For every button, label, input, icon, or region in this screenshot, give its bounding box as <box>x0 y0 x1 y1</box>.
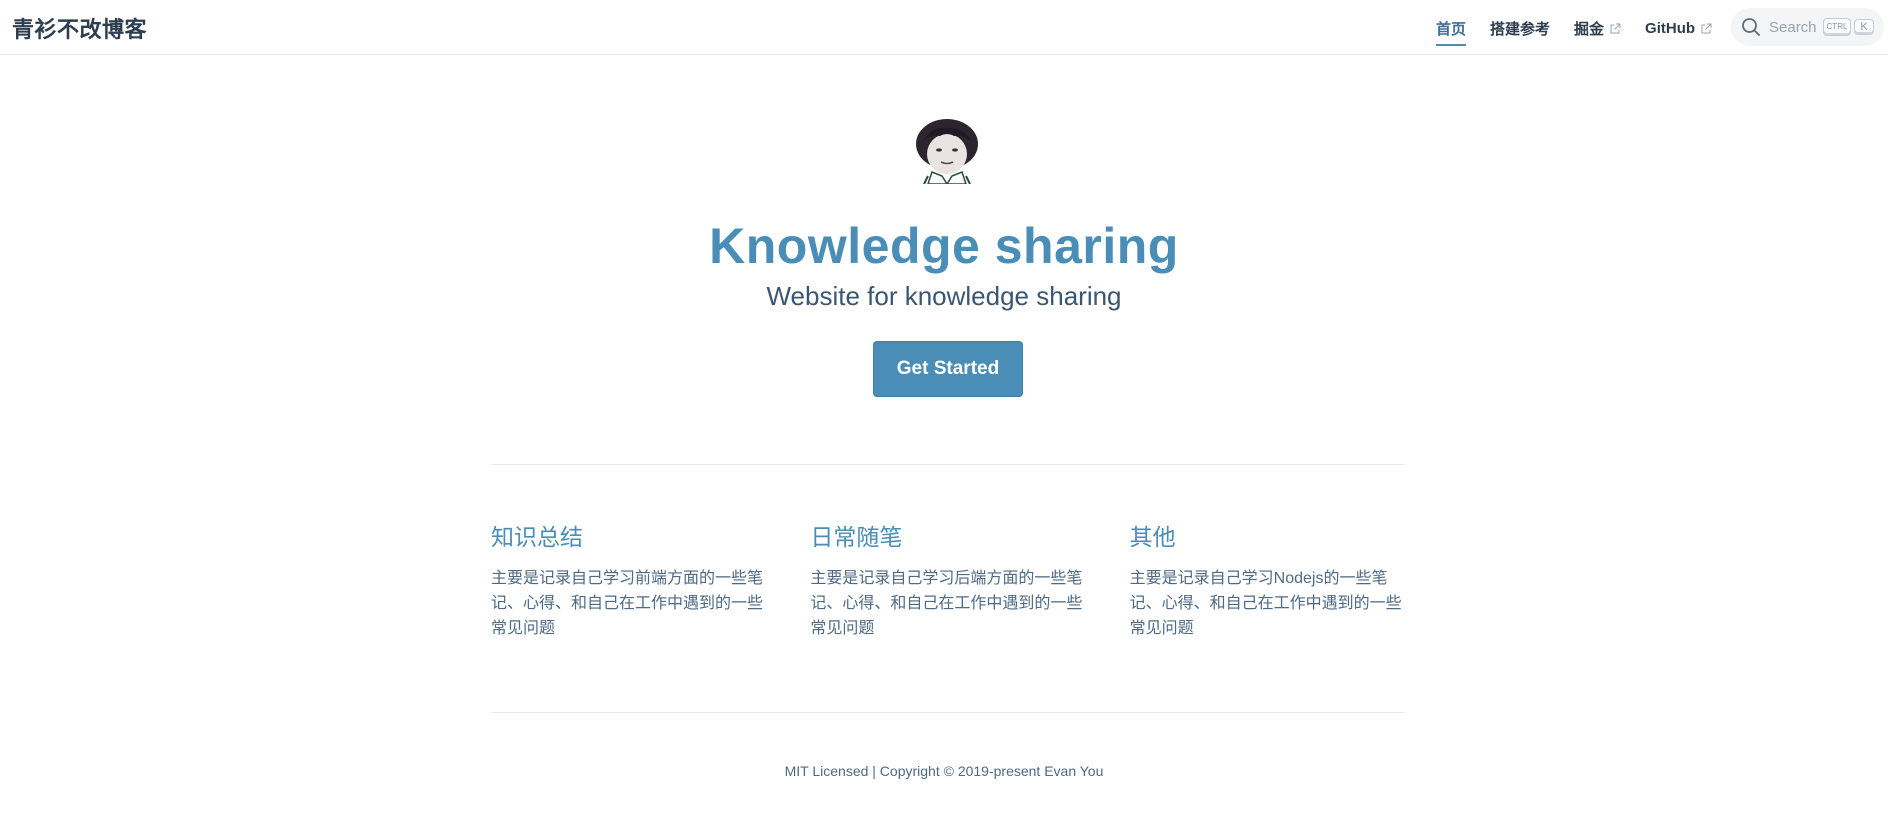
shortcut-k-key: K <box>1854 19 1874 35</box>
features-section: 知识总结 主要是记录自己学习前端方面的一些笔记、心得、和自己在工作中遇到的一些常… <box>491 518 1405 641</box>
nav-link-build-reference[interactable]: 搭建参考 <box>1490 18 1550 39</box>
feature-title: 知识总结 <box>491 524 583 550</box>
site-title-link[interactable]: 青衫不改博客 <box>12 12 147 44</box>
footer: MIT Licensed | Copyright © 2019-present … <box>0 763 1888 779</box>
search-icon <box>1742 18 1760 36</box>
feature-card: 其他 主要是记录自己学习Nodejs的一些笔记、心得、和自己在工作中遇到的一些常… <box>1130 518 1405 641</box>
nav-link-juejin-label: 掘金 <box>1574 21 1605 38</box>
feature-title: 其他 <box>1129 524 1176 550</box>
section-divider <box>491 464 1405 465</box>
nav-link-build-reference-label: 搭建参考 <box>1490 21 1551 38</box>
nav-links: 首页 搭建参考 掘金 GitHub <box>1436 18 1736 46</box>
avatar-illustration <box>916 119 978 185</box>
search-placeholder: Search <box>1769 18 1817 36</box>
search-box[interactable]: Search CTRL K <box>1731 8 1884 46</box>
external-link-icon <box>1701 23 1712 33</box>
nav-link-juejin[interactable]: 掘金 <box>1574 18 1621 39</box>
feature-details: 主要是记录自己学习前端方面的一些笔记、心得、和自己在工作中遇到的一些常见问题 <box>491 570 764 637</box>
nav-link-github-label: GitHub <box>1645 20 1696 37</box>
footer-divider <box>491 712 1405 713</box>
feature-card: 日常随笔 主要是记录自己学习后端方面的一些笔记、心得、和自己在工作中遇到的一些常… <box>810 518 1085 641</box>
feature-details: 主要是记录自己学习Nodejs的一些笔记、心得、和自己在工作中遇到的一些常见问题 <box>1129 570 1402 637</box>
hero-title: Knowledge sharing <box>709 218 1179 274</box>
nav-link-home-label: 首页 <box>1436 21 1467 38</box>
feature-card: 知识总结 主要是记录自己学习前端方面的一些笔记、心得、和自己在工作中遇到的一些常… <box>491 518 766 641</box>
feature-title: 日常随笔 <box>810 524 903 550</box>
footer-copyright: MIT Licensed | Copyright © 2019-present … <box>784 763 1104 779</box>
navbar: 青衫不改博客 首页 搭建参考 掘金 GitHub Search CTRL K <box>0 0 1888 55</box>
nav-link-home[interactable]: 首页 <box>1436 18 1467 46</box>
shortcut-ctrl-key: CTRL <box>1822 18 1852 36</box>
get-started-button[interactable]: Get Started <box>873 341 1023 397</box>
feature-details: 主要是记录自己学习后端方面的一些笔记、心得、和自己在工作中遇到的一些常见问题 <box>810 570 1083 637</box>
external-link-icon <box>1610 23 1621 33</box>
hero-avatar <box>914 118 980 185</box>
hero-description: Website for knowledge sharing <box>766 281 1122 311</box>
nav-link-github[interactable]: GitHub <box>1645 20 1712 37</box>
